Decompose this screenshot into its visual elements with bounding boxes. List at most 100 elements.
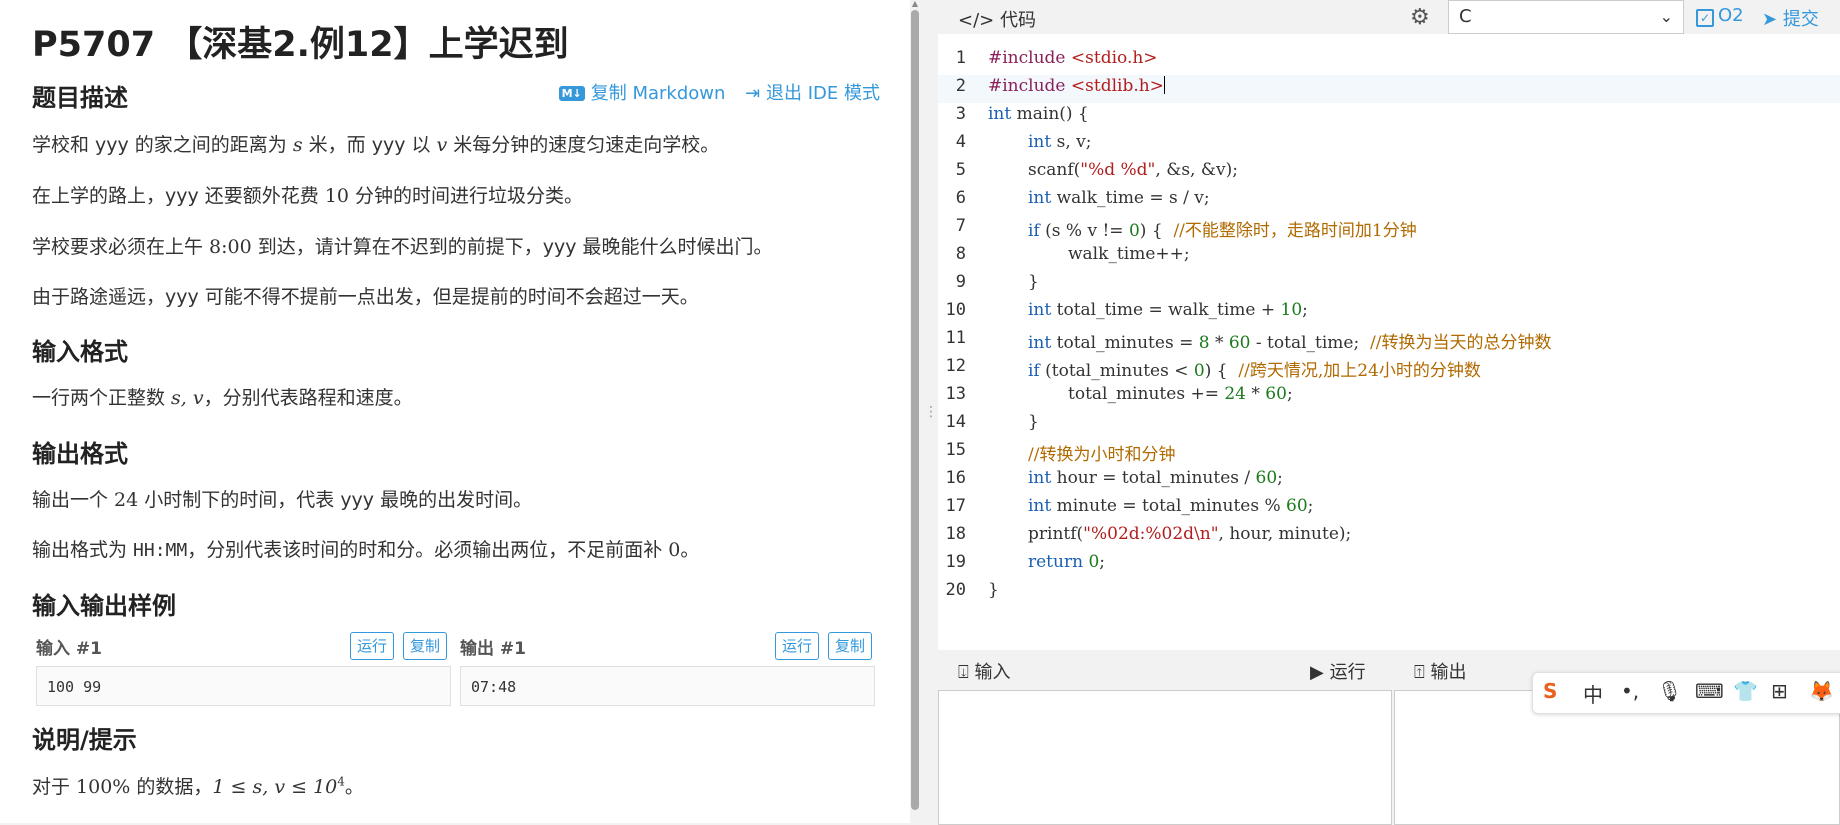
sample-input-label: 输入 #1 — [36, 639, 102, 659]
copy-markdown-label: 复制 Markdown — [590, 83, 726, 104]
keyboard-icon[interactable]: ⌨ — [1695, 679, 1724, 703]
sample-input-run-button[interactable]: 运行 — [350, 632, 395, 660]
sample-output-run-button[interactable]: 运行 — [775, 632, 820, 660]
line-number: 19 — [945, 552, 966, 572]
code-line-6: int walk_time = s / v; — [1028, 188, 1210, 208]
sample-input-box: 100 99 — [36, 666, 451, 706]
upload-icon: ⍐ — [1414, 662, 1425, 683]
input-format-text: 一行两个正整数 s, v，分别代表路程和速度。 — [32, 387, 413, 409]
pane-splitter[interactable]: ⋮⋮ — [920, 0, 950, 823]
description-paragraph-3: 学校要求必须在上午 8:00 到达，请计算在不迟到的前提下，yyy 最晚能什么时… — [32, 236, 773, 258]
line-number: 8 — [955, 244, 966, 264]
description-paragraph-2: 在上学的路上，yyy 还要额外花费 10 分钟的时间进行垃圾分类。 — [32, 185, 584, 207]
mascot-icon[interactable]: 🦊 — [1809, 679, 1834, 703]
code-line-1: #include <stdio.h> — [988, 48, 1158, 68]
send-icon: ➤ — [1762, 9, 1778, 30]
line-number: 14 — [945, 412, 966, 432]
output-tab[interactable]: ⍐ 输出 — [1414, 658, 1467, 684]
problem-panel: P5707 【深基2.例12】上学迟到 M↓ 复制 Markdown ⇥ 退出 I… — [0, 0, 912, 823]
input-tab[interactable]: ⍗ 输入 — [958, 658, 1011, 684]
line-number: 4 — [955, 132, 966, 152]
code-line-9: } — [1028, 272, 1039, 292]
exit-ide-label: 退出 IDE 模式 — [766, 83, 880, 104]
code-line-12: if (total_minutes < 0) { //跨天情况,加上24小时的分… — [1028, 361, 1481, 381]
section-samples-heading: 输入输出样例 — [32, 592, 176, 620]
code-line-10: int total_time = walk_time + 10; — [1028, 300, 1308, 320]
code-icon: </> — [958, 10, 995, 31]
download-icon: ⍗ — [958, 662, 969, 683]
text-cursor — [1163, 76, 1165, 94]
toolbox-icon[interactable]: ⊞ — [1771, 679, 1788, 703]
punctuation-icon[interactable]: •, — [1621, 679, 1639, 703]
line-number: 3 — [955, 104, 966, 124]
description-paragraph-1: 学校和 yyy 的家之间的距离为 s 米，而 yyy 以 v 米每分钟的速度匀速… — [32, 134, 720, 156]
line-number: 16 — [945, 468, 966, 488]
code-line-8: walk_time++; — [1068, 244, 1190, 264]
run-button[interactable]: ▶ 运行 — [1310, 658, 1366, 684]
chevron-down-icon: ⌄ — [1659, 7, 1673, 26]
line-number: 11 — [945, 328, 966, 348]
submit-button[interactable]: ➤ 提交 — [1762, 5, 1819, 31]
code-editor[interactable]: 1 2 3 4 5 6 7 8 9 10 11 12 13 14 15 16 17 18 19 20 #include… — [938, 42, 1840, 642]
code-line-13: total_minutes += 24 * 60; — [1068, 384, 1293, 404]
section-output-heading: 输出格式 — [32, 440, 128, 468]
code-line-18: printf("%02d:%02d\n", hour, minute); — [1028, 524, 1352, 544]
code-line-4: int s, v; — [1028, 132, 1092, 152]
gear-icon[interactable]: ⚙ — [1410, 5, 1430, 30]
code-line-15: //转换为小时和分钟 — [1028, 445, 1176, 465]
code-line-2: #include <stdlib.h> — [988, 76, 1165, 96]
sample-input-copy-button[interactable]: 复制 — [403, 632, 448, 660]
line-number: 13 — [945, 384, 966, 404]
line-number: 18 — [945, 524, 966, 544]
skin-icon[interactable]: 👕 — [1733, 679, 1758, 703]
code-line-17: int minute = total_minutes % 60; — [1028, 496, 1314, 516]
section-input-heading: 输入格式 — [32, 338, 128, 366]
language-value: C — [1459, 6, 1472, 27]
line-number: 20 — [945, 580, 966, 600]
line-number: 1 — [955, 48, 966, 68]
code-line-20: } — [988, 580, 999, 600]
line-number: 15 — [945, 440, 966, 460]
code-line-7: if (s % v != 0) { //不能整除时，走路时间加1分钟 — [1028, 221, 1417, 241]
code-line-3: int main() { — [988, 104, 1089, 124]
line-number: 6 — [955, 188, 966, 208]
sogou-logo-icon[interactable]: S — [1543, 679, 1557, 703]
o2-checkbox[interactable]: ✓ O2 — [1696, 5, 1744, 27]
sample-output-box: 07:48 — [460, 666, 875, 706]
checkbox-icon: ✓ — [1696, 9, 1714, 27]
ime-chinese-mode[interactable]: 中 — [1583, 679, 1603, 708]
code-line-16: int hour = total_minutes / 60; — [1028, 468, 1283, 488]
description-paragraph-4: 由于路途遥远，yyy 可能不得不提前一点出发，但是提前的时间不会超过一天。 — [32, 286, 699, 308]
section-hint-heading: 说明/提示 — [32, 726, 137, 754]
scrollbar-thumb[interactable] — [911, 10, 919, 810]
copy-markdown-button[interactable]: M↓ 复制 Markdown — [558, 83, 726, 104]
line-number: 10 — [945, 300, 966, 320]
output-format-text-2: 输出格式为 HH:MM，分别代表该时间的时和分。必须输出两位，不足前面补 0。 — [32, 539, 700, 561]
problem-title: P5707 【深基2.例12】上学迟到 — [32, 25, 569, 65]
problem-scrollbar[interactable]: ▲ — [910, 0, 920, 823]
custom-input-textarea[interactable] — [938, 690, 1392, 825]
code-line-11: int total_minutes = 8 * 60 - total_time;… — [1028, 333, 1552, 353]
play-icon: ▶ — [1310, 662, 1324, 683]
line-number: 17 — [945, 496, 966, 516]
sample-output-copy-button[interactable]: 复制 — [828, 632, 873, 660]
code-line-5: scanf("%d %d", &s, &v); — [1028, 160, 1238, 180]
sample-output-label: 输出 #1 — [460, 639, 526, 659]
microphone-icon[interactable]: 🎙 — [1657, 679, 1682, 703]
output-format-text-1: 输出一个 24 小时制下的时间，代表 yyy 最晚的出发时间。 — [32, 489, 533, 511]
code-line-14: } — [1028, 412, 1039, 432]
code-line-19: return 0; — [1028, 552, 1106, 572]
ide-toolbar: </> 代码 ⚙ C ⌄ ✓ O2 ➤ 提交 — [938, 0, 1840, 34]
hint-text: 对于 100% 的数据，1 ≤ s, v ≤ 104。 — [32, 774, 364, 798]
line-number: 9 — [955, 272, 966, 292]
markdown-icon: M↓ — [558, 86, 585, 101]
line-number: 12 — [945, 356, 966, 376]
line-number: 7 — [955, 216, 966, 236]
line-number: 5 — [955, 160, 966, 180]
scroll-up-icon[interactable]: ▲ — [910, 0, 920, 8]
code-tab[interactable]: </> 代码 — [958, 6, 1036, 32]
language-select[interactable]: C ⌄ — [1448, 0, 1684, 34]
ime-toolbar: S 中 •, 🎙 ⌨ 👕 ⊞ 🦊 — [1532, 672, 1840, 714]
section-description-heading: 题目描述 — [32, 84, 128, 112]
exit-ide-button[interactable]: ⇥ 退出 IDE 模式 — [745, 83, 880, 104]
